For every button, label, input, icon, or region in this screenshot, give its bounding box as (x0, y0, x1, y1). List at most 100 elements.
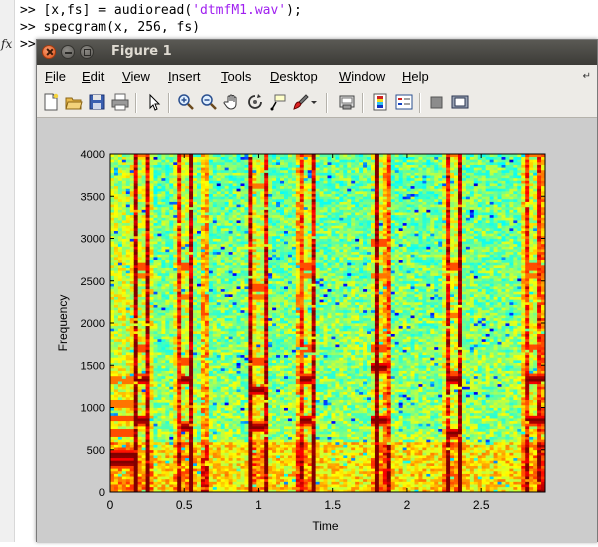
menu-file[interactable]: File (45, 69, 66, 84)
figure-canvas[interactable]: 0 0.5 1 1.5 2 2.5 0 500 1000 1500 2000 2500 3000 3500… (37, 118, 597, 543)
spectrogram-cell (165, 410, 170, 414)
spectrogram-cell (157, 204, 162, 208)
spectrogram-cell (248, 301, 253, 305)
brush-dropdown-icon[interactable] (310, 93, 318, 111)
brush-icon[interactable] (292, 93, 310, 111)
spectrogram-cell (197, 336, 202, 340)
menu-help[interactable]: Help (402, 69, 429, 84)
print-icon[interactable] (111, 93, 129, 111)
spectrogram-cell (125, 394, 131, 398)
spectrogram-cell (161, 288, 166, 292)
link-plot-icon[interactable] (338, 93, 356, 111)
rotate-3d-icon[interactable] (246, 93, 264, 111)
spectrogram-cell (224, 357, 230, 361)
spectrogram-cell (228, 225, 233, 229)
spectrogram-cell (244, 354, 249, 358)
spectrogram-cell (157, 275, 162, 279)
spectrogram-cell (240, 159, 245, 163)
spectrogram-cell (256, 412, 261, 416)
pan-hand-icon[interactable] (223, 93, 241, 111)
menu-window[interactable]: Window (339, 69, 385, 84)
function-browser-icon[interactable]: fx (1, 37, 12, 51)
menu-tools[interactable]: Tools (221, 69, 251, 84)
spectrogram-cell (137, 354, 143, 358)
colorbar-icon[interactable] (371, 93, 389, 111)
spectrogram-cell (185, 156, 190, 160)
spectrogram-cell (165, 286, 170, 290)
spectrogram-cell (197, 354, 202, 358)
legend-icon[interactable] (395, 93, 413, 111)
spectrogram-cell (145, 249, 150, 253)
new-figure-icon[interactable] (42, 93, 60, 111)
spectrogram-cell (252, 275, 257, 279)
spectrogram-cell (193, 399, 198, 403)
spectrogram-cell (197, 193, 202, 197)
spectrogram-cell (141, 201, 146, 205)
spectrogram-cell (173, 354, 178, 358)
title-bar[interactable]: Figure 1 (37, 40, 597, 65)
spectrogram-cell (204, 172, 210, 176)
spectrogram-cell (173, 439, 178, 443)
spectrogram-cell (173, 169, 178, 173)
spectrogram-cell (216, 457, 222, 461)
dock-figure-icon[interactable]: ↵ (583, 71, 591, 82)
spectrogram-cell (137, 161, 143, 165)
spectrogram-cell (228, 204, 233, 208)
spectrogram-cell (161, 478, 166, 482)
spectrogram-cell (113, 323, 119, 327)
spectrogram-cell (244, 167, 249, 171)
spectrogram-cell (113, 190, 119, 195)
spectrogram-cell (117, 201, 123, 205)
command-line-3[interactable]: >> (20, 37, 36, 52)
spectrogram-cell (129, 172, 135, 176)
spectrogram-cell (149, 254, 154, 258)
spectrogram-cell (220, 452, 226, 456)
open-file-icon[interactable] (65, 93, 83, 111)
spectrogram-cell (137, 156, 143, 160)
zoom-out-icon[interactable] (200, 93, 218, 111)
data-cursor-icon[interactable] (269, 93, 287, 111)
spectrogram-cell (153, 354, 158, 358)
spectrogram-cell (181, 288, 186, 292)
spectrogram-cell (240, 333, 245, 337)
spectrogram-cell (133, 204, 139, 208)
spectrogram-cell (189, 251, 194, 255)
spectrogram-cell (149, 396, 154, 400)
save-icon[interactable] (88, 93, 106, 111)
spectrogram-cell (244, 330, 249, 334)
spectrogram-cell (224, 439, 230, 443)
spectrogram-cell (232, 188, 237, 192)
minimize-window-button[interactable] (61, 45, 75, 59)
show-plot-tools-icon[interactable] (451, 93, 469, 111)
spectrogram-cell (129, 206, 135, 210)
spectrogram-cell (185, 243, 190, 247)
spectrogram-cell (216, 441, 222, 445)
spectrogram-cell (141, 309, 146, 313)
spectrogram-cell (197, 447, 202, 451)
spectrogram-cell (200, 449, 206, 453)
spectrogram-cell (240, 349, 245, 353)
menu-edit[interactable]: Edit (82, 69, 104, 84)
spectrogram-cell (157, 367, 162, 371)
spectrogram-cell (189, 280, 194, 284)
spectrogram-cell (256, 315, 261, 319)
hide-plot-tools-icon[interactable] (428, 93, 446, 111)
maximize-window-button[interactable] (80, 45, 94, 59)
spectrogram-cell (110, 359, 115, 364)
spectrogram-cell (232, 370, 237, 374)
spectrogram-plot[interactable]: 0 0.5 1 1.5 2 2.50500100015002000250030003500… (37, 118, 597, 543)
spectrogram-cell (189, 254, 194, 258)
zoom-in-icon[interactable] (177, 93, 195, 111)
spectrogram-cell (157, 402, 162, 406)
menu-insert[interactable]: Insert (168, 69, 201, 84)
menu-view[interactable]: View (122, 69, 150, 84)
spectrogram-cell (189, 378, 194, 382)
menu-desktop[interactable]: Desktop (270, 69, 318, 84)
spectrogram-cell (216, 447, 222, 451)
spectrogram-cell (173, 333, 178, 337)
spectrogram-cell (256, 473, 261, 477)
select-arrow-icon[interactable] (145, 93, 163, 111)
close-window-button[interactable] (42, 45, 56, 59)
spectrogram-cell (161, 367, 166, 371)
spectrogram-cell (133, 465, 139, 469)
